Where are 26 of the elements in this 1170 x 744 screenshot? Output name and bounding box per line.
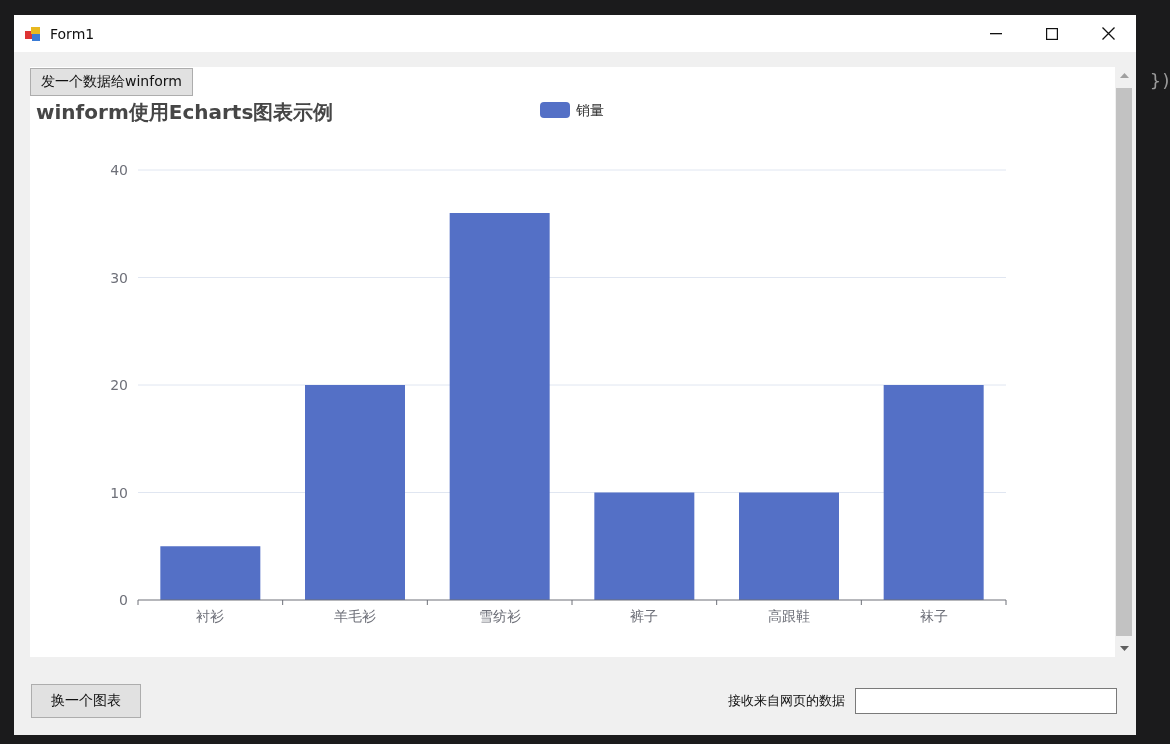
- y-tick-label: 10: [110, 484, 128, 501]
- scroll-up-icon[interactable]: [1119, 73, 1129, 78]
- x-tick-label: 衬衫: [196, 608, 225, 624]
- maximize-icon: [1046, 27, 1058, 40]
- scroll-down-icon[interactable]: [1119, 646, 1129, 651]
- app-icon: [25, 25, 41, 42]
- x-tick-label: 袜子: [919, 608, 948, 624]
- y-tick-label: 30: [110, 269, 128, 286]
- x-tick-label: 羊毛衫: [334, 608, 376, 624]
- chart-title: winform使用Echarts图表示例: [36, 100, 334, 124]
- x-tick-label: 裤子: [630, 608, 659, 624]
- close-icon: [1101, 27, 1115, 40]
- switch-chart-button[interactable]: 换一个图表: [31, 684, 141, 718]
- window-title: Form1: [50, 25, 96, 42]
- x-tick-label: 高跟鞋: [768, 608, 810, 624]
- scrollbar-thumb[interactable]: [1116, 88, 1132, 636]
- y-tick-label: 40: [110, 162, 128, 178]
- minimize-icon: [990, 32, 1002, 35]
- x-tick-label: 雪纺衫: [478, 608, 521, 624]
- code-text: }): [1150, 70, 1170, 91]
- y-tick-label: 20: [110, 377, 128, 393]
- field-label: 接收来自网页的数据: [728, 692, 845, 710]
- input-field[interactable]: [855, 688, 1117, 714]
- legend-label: 销量: [576, 102, 604, 118]
- send-button[interactable]: 发一个数据给winform: [30, 68, 193, 96]
- y-tick-label: 0: [119, 592, 128, 608]
